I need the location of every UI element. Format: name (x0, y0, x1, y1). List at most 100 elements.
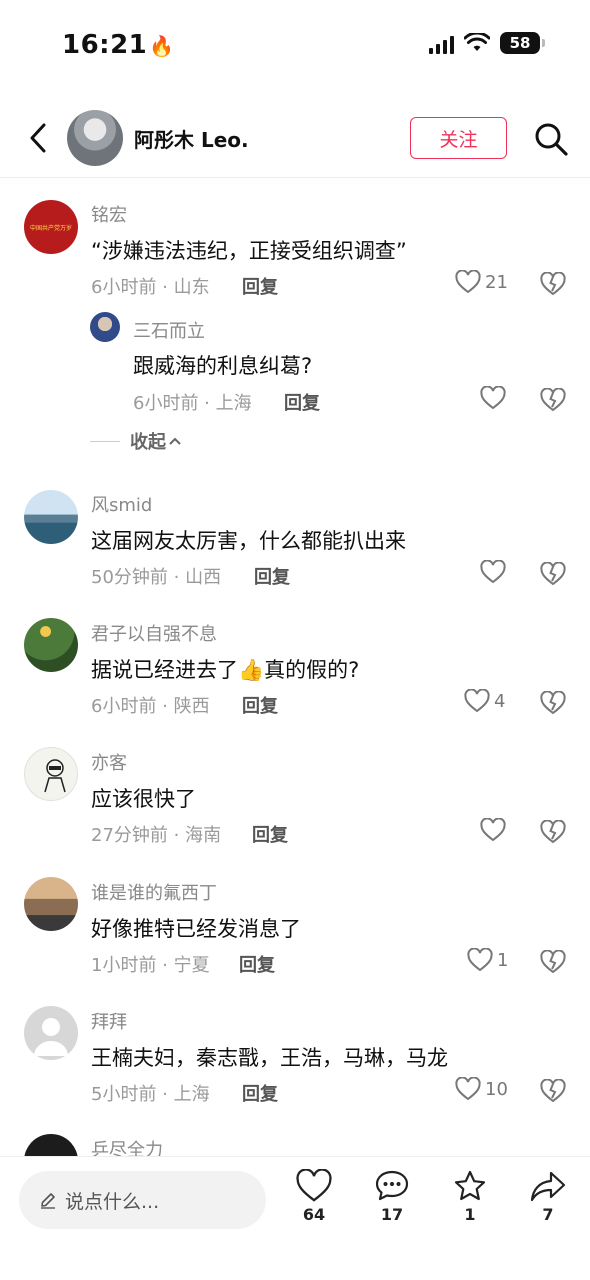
wifi-icon (464, 33, 490, 51)
comment-meta: 6小时前 · 山东 (91, 277, 210, 298)
comment-text: 这届网友太厉害，什么都能扒出来 (91, 529, 406, 553)
dislike-button[interactable] (539, 818, 567, 846)
back-button[interactable] (20, 118, 56, 158)
comment-input[interactable]: 说点什么... (19, 1171, 266, 1229)
dislike-button[interactable] (539, 270, 567, 298)
comment-meta: 5小时前 · 上海 (91, 1084, 210, 1105)
default-avatar-icon (34, 1018, 68, 1056)
comment-username[interactable]: 风smid (91, 491, 152, 517)
flame-icon: 🔥 (149, 34, 175, 58)
dislike-button[interactable] (539, 948, 567, 976)
heart-icon (480, 386, 506, 410)
signal-icon (429, 32, 454, 54)
author-name[interactable]: 阿彤木 Leo. (134, 124, 249, 153)
collapse-replies-button[interactable]: 收起 (90, 428, 182, 454)
avatar[interactable] (24, 1006, 78, 1060)
comment-username[interactable]: 三石而立 (133, 317, 205, 343)
broken-heart-icon (540, 820, 566, 844)
status-time: 16:21 🔥 (62, 30, 175, 60)
comment-username[interactable]: 拜拜 (91, 1008, 127, 1034)
like-count: 21 (485, 271, 508, 293)
share-button[interactable]: 7 (518, 1169, 578, 1224)
reply-button[interactable]: 回复 (254, 563, 290, 589)
like-count: 4 (494, 690, 506, 712)
like-button[interactable] (480, 386, 506, 410)
reply-button[interactable]: 回复 (239, 951, 275, 977)
comment-username[interactable]: 君子以自强不息 (91, 620, 217, 646)
dislike-button[interactable] (539, 560, 567, 588)
like-button[interactable] (480, 560, 506, 584)
search-button[interactable] (531, 119, 571, 159)
broken-heart-icon (540, 562, 566, 586)
collapse-label: 收起 (130, 432, 166, 453)
pencil-icon (41, 1193, 55, 1209)
comment-text-main: 据说已经进去了 (91, 658, 238, 682)
comment-username[interactable]: 谁是谁的氟西丁 (91, 879, 217, 905)
heart-icon (480, 818, 506, 842)
comment-text: 据说已经进去了👍真的假的? (91, 654, 359, 684)
broken-heart-icon (540, 691, 566, 715)
dislike-button[interactable] (539, 1077, 567, 1105)
star-icon (454, 1170, 486, 1201)
post-share-count: 7 (542, 1205, 554, 1224)
back-arrow-icon (30, 123, 46, 153)
like-count: 10 (485, 1078, 508, 1100)
follow-button[interactable]: 关注 (410, 117, 507, 159)
comment-username[interactable]: 铭宏 (91, 201, 127, 227)
comment-meta: 6小时前 · 上海 (133, 393, 252, 414)
comment-username[interactable]: 亦客 (91, 749, 127, 775)
like-button[interactable]: 1 (467, 948, 508, 972)
reply-button[interactable]: 回复 (242, 1080, 278, 1106)
heart-icon (464, 689, 490, 713)
status-bar: 16:21 🔥 58 (0, 0, 590, 90)
avatar[interactable] (24, 618, 78, 672)
avatar[interactable]: 中国共产党万岁 (24, 200, 78, 254)
avatar[interactable] (24, 490, 78, 544)
heart-icon (296, 1169, 332, 1202)
favorite-button[interactable]: 1 (440, 1169, 500, 1224)
like-button[interactable]: 10 (455, 1077, 508, 1101)
avatar-text: 中国共产党万岁 (29, 224, 72, 232)
reply-button[interactable]: 回复 (252, 821, 288, 847)
header-bar: 阿彤木 Leo. 关注 (0, 100, 590, 178)
broken-heart-icon (540, 1079, 566, 1103)
avatar[interactable] (24, 747, 78, 801)
author-avatar[interactable] (67, 110, 123, 166)
avatar-illustration (44, 759, 66, 793)
like-button[interactable]: 21 (455, 270, 508, 294)
reply-button[interactable]: 回复 (284, 389, 320, 415)
heart-icon (455, 1077, 481, 1101)
divider (90, 440, 120, 442)
chat-bubble-icon (375, 1170, 409, 1201)
search-icon (535, 123, 568, 156)
like-button[interactable]: 4 (464, 689, 505, 713)
comment-input-placeholder: 说点什么... (65, 1190, 160, 1213)
like-post-button[interactable]: 64 (284, 1169, 344, 1224)
dislike-button[interactable] (539, 386, 567, 414)
like-count: 1 (497, 949, 509, 971)
chevron-up-icon (169, 437, 181, 445)
like-button[interactable] (480, 818, 506, 842)
bottom-action-bar: 说点什么... 64 17 1 7 (0, 1156, 590, 1280)
comment-meta: 27分钟前 · 海南 (91, 825, 222, 846)
thumbs-up-emoji: 👍 (238, 658, 265, 682)
comment-text: 应该很快了 (91, 787, 196, 811)
dislike-button[interactable] (539, 689, 567, 717)
share-arrow-icon (530, 1171, 566, 1202)
comment-meta: 50分钟前 · 山西 (91, 567, 222, 588)
reply-button[interactable]: 回复 (242, 273, 278, 299)
avatar[interactable] (24, 877, 78, 931)
comment-meta: 1小时前 · 宁夏 (91, 955, 210, 976)
avatar[interactable] (90, 312, 120, 342)
comments-button[interactable]: 17 (362, 1169, 422, 1224)
comment-text: 好像推特已经发消息了 (91, 917, 301, 941)
post-favorite-count: 1 (464, 1205, 476, 1224)
broken-heart-icon (540, 272, 566, 296)
battery-indicator: 58 (500, 32, 545, 54)
broken-heart-icon (540, 950, 566, 974)
comment-text: “涉嫌违法违纪，正接受组织调查” (91, 239, 407, 263)
heart-icon (455, 270, 481, 294)
heart-icon (480, 560, 506, 584)
reply-button[interactable]: 回复 (242, 692, 278, 718)
post-like-count: 64 (302, 1205, 326, 1224)
